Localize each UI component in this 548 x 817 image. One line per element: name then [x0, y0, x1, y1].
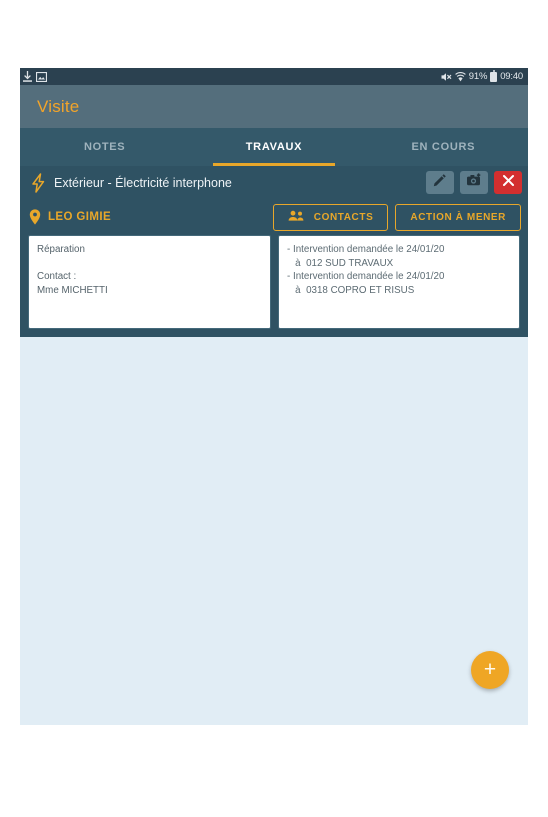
location-name: LEO GIMIE: [48, 211, 112, 223]
tab-travaux[interactable]: TRAVAUX: [189, 128, 358, 166]
pencil-icon: [433, 173, 447, 192]
status-bar: 91% 09:40: [20, 68, 528, 85]
volume-mute-icon: [441, 72, 452, 82]
app-bar: Visite: [20, 85, 528, 128]
wifi-icon: [455, 71, 466, 82]
app-screen: 91% 09:40 Visite NOTES TRAVAUX EN COURS …: [20, 68, 528, 725]
contacts-button[interactable]: CONTACTS: [272, 203, 389, 231]
edit-button[interactable]: [426, 171, 454, 194]
interventions-card-text: - Intervention demandée le 24/01/20 à 01…: [287, 244, 445, 296]
status-bar-left-icons: [23, 71, 47, 82]
work-item-header: Extérieur - Électricité interphone: [20, 166, 528, 199]
battery-icon: [490, 70, 498, 82]
location-pin-icon: [29, 209, 41, 225]
people-icon: [288, 210, 305, 225]
action-button-label: ACTION À MENER: [410, 211, 506, 223]
clock-text: 09:40: [500, 71, 523, 82]
lightning-bolt-icon: [28, 172, 48, 193]
work-item-title: Extérieur - Électricité interphone: [54, 175, 232, 190]
contacts-button-label: CONTACTS: [313, 211, 374, 223]
action-a-mener-button[interactable]: ACTION À MENER: [395, 203, 521, 231]
tab-bar: NOTES TRAVAUX EN COURS: [20, 128, 528, 166]
description-card[interactable]: Réparation Contact : Mme MICHETTI: [28, 235, 271, 329]
location-row: LEO GIMIE CONTACTS ACTION À MENER: [20, 199, 528, 235]
tab-notes[interactable]: NOTES: [20, 128, 189, 166]
battery-percent-text: 91%: [468, 71, 488, 82]
tab-en-cours[interactable]: EN COURS: [359, 128, 528, 166]
info-cards: Réparation Contact : Mme MICHETTI - Inte…: [20, 235, 528, 329]
screenshot-icon: [36, 71, 47, 82]
work-item-panel: Extérieur - Électricité interphone LEO G…: [20, 166, 528, 337]
plus-icon: +: [483, 658, 497, 681]
status-bar-right-icons: 91% 09:40: [441, 70, 523, 82]
add-fab-button[interactable]: +: [471, 651, 509, 689]
camera-add-icon: [466, 173, 483, 192]
close-button[interactable]: [494, 171, 522, 194]
interventions-card[interactable]: - Intervention demandée le 24/01/20 à 01…: [278, 235, 520, 329]
close-icon: [502, 174, 515, 192]
page-title: Visite: [37, 96, 80, 116]
add-photo-button[interactable]: [460, 171, 488, 194]
download-icon: [23, 71, 32, 82]
description-card-text: Réparation Contact : Mme MICHETTI: [37, 244, 108, 296]
